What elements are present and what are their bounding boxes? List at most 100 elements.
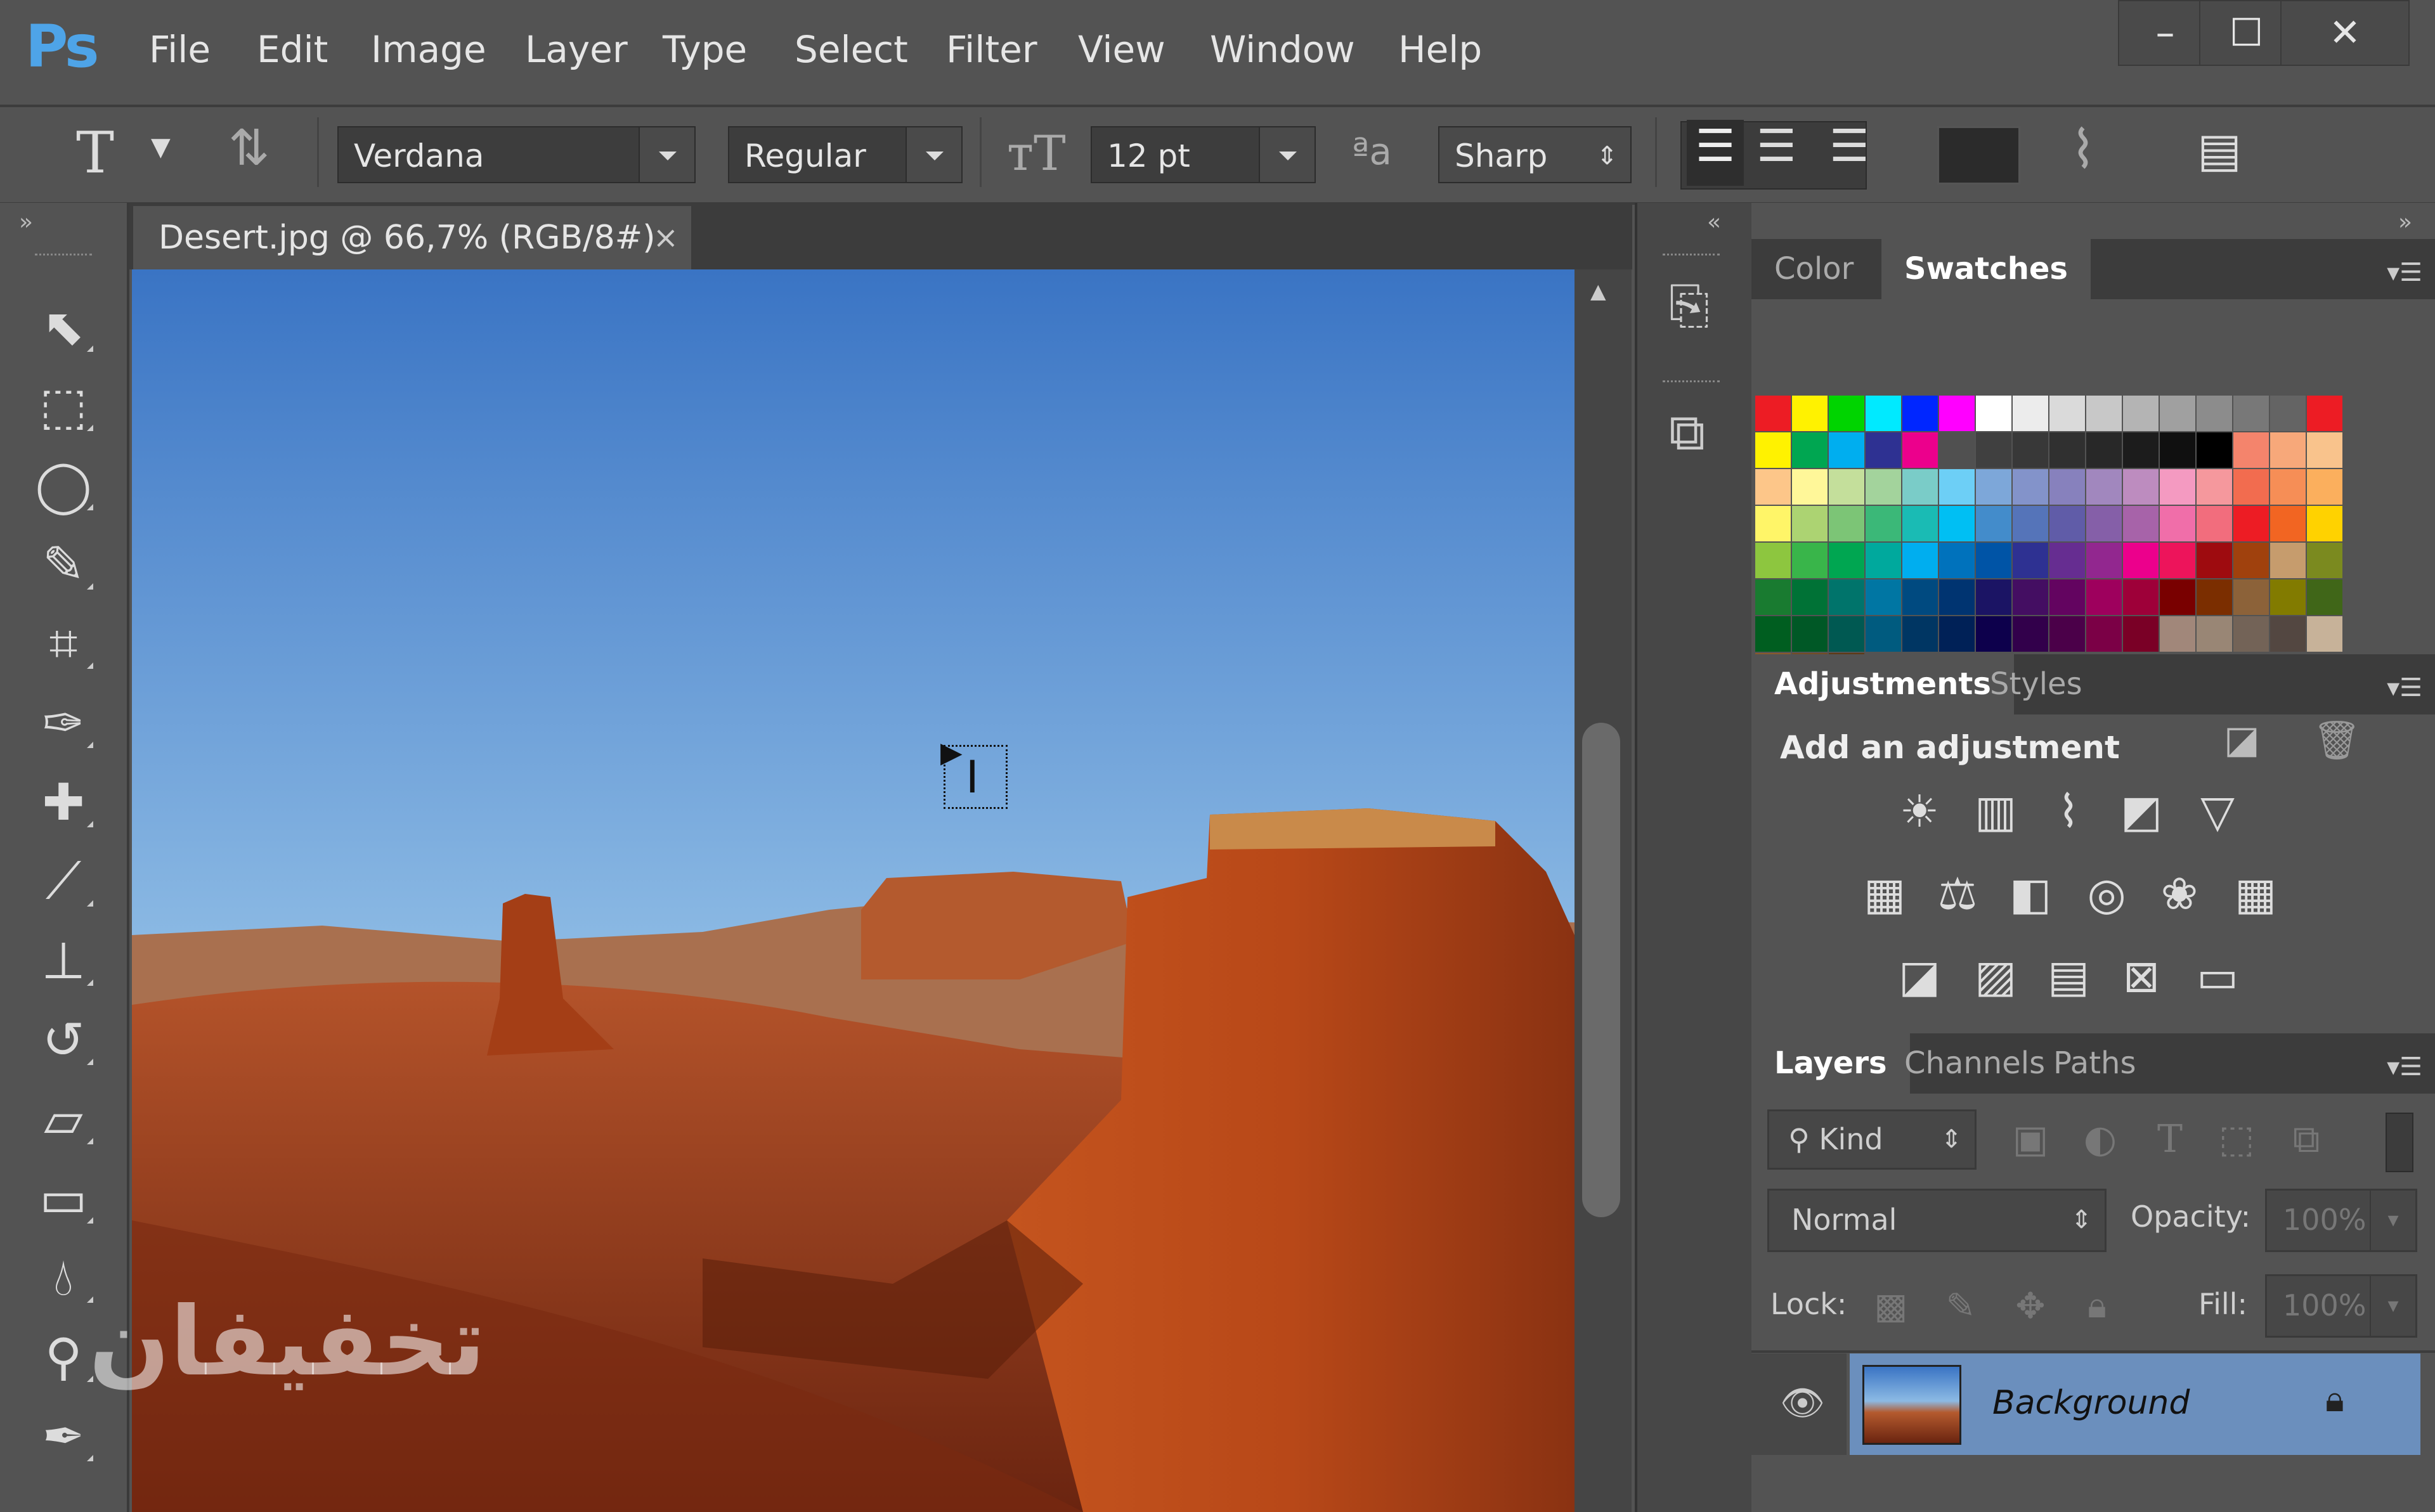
color-swatch[interactable] — [1829, 506, 1864, 541]
grip-handle[interactable] — [1663, 254, 1720, 255]
color-swatch[interactable] — [1939, 432, 1975, 468]
selective-color-icon[interactable]: ▭ — [2189, 948, 2246, 1005]
color-swatch[interactable] — [1902, 469, 1938, 505]
color-swatch[interactable] — [1976, 579, 2011, 615]
color-swatch[interactable] — [2197, 432, 2232, 468]
color-swatch[interactable] — [2270, 506, 2306, 541]
menu-help[interactable]: Help — [1398, 28, 1482, 71]
color-swatch[interactable] — [1902, 396, 1938, 431]
color-swatch[interactable] — [2160, 432, 2195, 468]
trash-icon[interactable]: 🗑︎ — [2313, 718, 2361, 763]
color-swatch[interactable] — [1755, 543, 1791, 578]
color-swatch[interactable] — [2233, 616, 2269, 652]
color-lookup-icon[interactable]: ▦ — [2227, 865, 2284, 922]
eyedropper-tool-icon[interactable]: ✑ — [25, 688, 101, 758]
document-tab[interactable]: Desert.jpg @ 66,7% (RGB/8#) × — [133, 206, 691, 269]
scrollbar-thumb[interactable] — [1582, 723, 1620, 1217]
color-swatch[interactable] — [2160, 579, 2195, 615]
levels-icon[interactable]: ▥ — [1967, 783, 2024, 840]
eye-icon[interactable]: 👁︎ — [1780, 1382, 1825, 1424]
color-swatch[interactable] — [1976, 506, 2011, 541]
color-swatch[interactable] — [2086, 469, 2122, 505]
color-swatch[interactable] — [1976, 543, 2011, 578]
healing-brush-tool-icon[interactable]: ✚ — [25, 767, 101, 837]
lasso-tool-icon[interactable]: ◯ — [25, 450, 101, 520]
history-brush-tool-icon[interactable]: ↺ — [25, 1005, 101, 1075]
blend-mode-select[interactable]: Normal ⇕ — [1767, 1189, 2107, 1252]
move-tool-icon[interactable]: ⬉ — [25, 292, 101, 361]
visibility-cell[interactable]: 👁︎ — [1751, 1354, 1847, 1455]
color-swatch[interactable] — [1939, 616, 1975, 652]
color-balance-icon[interactable]: ⚖ — [1929, 865, 1986, 922]
color-swatch[interactable] — [1902, 543, 1938, 578]
color-swatch[interactable] — [2049, 616, 2085, 652]
menu-image[interactable]: Image — [371, 28, 486, 71]
filter-smart-object-icon[interactable]: ⧉ — [2278, 1111, 2335, 1168]
color-swatch[interactable] — [2123, 543, 2159, 578]
close-document-icon[interactable]: × — [653, 206, 679, 269]
color-swatch[interactable] — [1939, 469, 1975, 505]
color-swatch[interactable] — [2233, 432, 2269, 468]
lock-transparent-pixels-icon[interactable]: ▩ — [1862, 1277, 1919, 1334]
color-swatch[interactable] — [2013, 616, 2048, 652]
grip-handle[interactable] — [1663, 380, 1720, 382]
color-swatch[interactable] — [2233, 579, 2269, 615]
lock-position-icon[interactable]: ✥ — [2002, 1277, 2059, 1334]
fill-field[interactable]: 100% ▾ — [2265, 1274, 2417, 1338]
character-panel-icon[interactable]: ▤ — [2197, 123, 2242, 178]
color-swatch[interactable] — [1866, 579, 1901, 615]
color-swatch[interactable] — [1829, 543, 1864, 578]
color-swatch[interactable] — [2307, 579, 2342, 615]
color-swatch[interactable] — [2307, 543, 2342, 578]
color-swatch[interactable] — [2197, 579, 2232, 615]
tab-color[interactable]: Color — [1751, 239, 1876, 299]
clone-stamp-tool-icon[interactable]: ⊥ — [25, 926, 101, 995]
color-swatch[interactable] — [2270, 396, 2306, 431]
color-swatch[interactable] — [1939, 579, 1975, 615]
panel-menu-icon[interactable]: ▾☰ — [2387, 1052, 2422, 1082]
filter-toggle[interactable] — [2386, 1113, 2413, 1172]
pen-tool-icon[interactable]: ✒ — [25, 1401, 101, 1471]
menu-edit[interactable]: Edit — [257, 28, 328, 71]
align-center-icon[interactable]: ☰ — [1756, 120, 1796, 172]
color-swatch[interactable] — [2049, 506, 2085, 541]
panel-menu-icon[interactable]: ▾☰ — [2387, 258, 2422, 287]
channel-mixer-icon[interactable]: ❀ — [2151, 865, 2208, 922]
maximize-button[interactable]: ☐ — [2199, 0, 2294, 66]
history-panel-icon[interactable]: ⎘ — [1669, 276, 1710, 335]
color-swatch[interactable] — [1829, 432, 1864, 468]
color-swatch[interactable] — [2049, 543, 2085, 578]
color-swatch[interactable] — [2013, 396, 2048, 431]
tab-swatches[interactable]: Swatches — [1881, 239, 2091, 299]
color-swatch[interactable] — [1866, 506, 1901, 541]
color-swatch[interactable] — [2013, 432, 2048, 468]
color-swatch[interactable] — [2270, 469, 2306, 505]
color-swatch[interactable] — [2013, 543, 2048, 578]
color-swatch[interactable] — [2307, 396, 2342, 431]
color-swatch[interactable] — [1792, 616, 1828, 652]
text-color-swatch[interactable] — [1937, 126, 2020, 184]
color-swatch[interactable] — [2086, 543, 2122, 578]
new-swatch-icon[interactable]: ◪ — [2224, 718, 2260, 762]
color-swatch[interactable] — [1939, 506, 1975, 541]
color-swatch[interactable] — [1939, 543, 1975, 578]
curves-icon[interactable]: ⌇ — [2040, 783, 2097, 840]
filter-shape-icon[interactable]: ⬚ — [2208, 1111, 2265, 1168]
color-swatch[interactable] — [1792, 432, 1828, 468]
menu-select[interactable]: Select — [795, 28, 908, 71]
color-swatch[interactable] — [1755, 469, 1791, 505]
color-swatch[interactable] — [1755, 432, 1791, 468]
tab-paths[interactable]: Paths — [2030, 1033, 2159, 1094]
color-swatch[interactable] — [2197, 396, 2232, 431]
invert-icon[interactable]: ◪ — [1891, 948, 1948, 1005]
color-swatch[interactable] — [2233, 506, 2269, 541]
color-swatch[interactable] — [1976, 432, 2011, 468]
brush-tool-icon[interactable]: ⟋ — [25, 846, 101, 916]
color-swatch[interactable] — [2270, 543, 2306, 578]
color-swatch[interactable] — [1866, 469, 1901, 505]
close-window-button[interactable]: ✕ — [2280, 0, 2410, 66]
layer-row-background[interactable]: Background 🔒︎ — [1850, 1354, 2420, 1455]
color-swatch[interactable] — [2123, 579, 2159, 615]
color-swatch[interactable] — [1902, 579, 1938, 615]
font-size-select[interactable]: 12 pt — [1091, 126, 1316, 183]
